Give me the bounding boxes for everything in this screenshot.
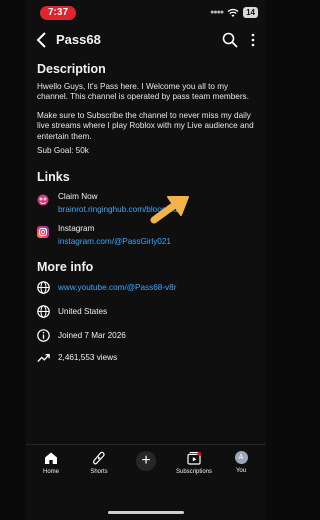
link-url[interactable]: instagram.com/@PassGirly021: [58, 237, 171, 246]
link-title: Instagram: [58, 224, 95, 233]
country-text: United States: [58, 307, 108, 316]
subscriptions-icon: [187, 451, 201, 465]
globe-icon: [37, 305, 50, 318]
wifi-icon: [227, 8, 239, 17]
nav-shorts[interactable]: Shorts: [79, 451, 119, 475]
more-info-heading: More info: [37, 260, 94, 274]
info-row-website[interactable]: www.youtube.com/@Pass68-v8r: [37, 281, 261, 297]
links-heading: Links: [37, 170, 70, 184]
phone-screen: 7:37 ●●●● 14 Pass68 Description Hwello G…: [26, 0, 266, 520]
info-row-views: 2,461,553 views: [37, 351, 261, 367]
battery-indicator: 14: [243, 7, 258, 18]
nav-home[interactable]: Home: [31, 451, 71, 475]
home-icon: [45, 452, 57, 464]
website-link[interactable]: www.youtube.com/@Pass68-v8r: [58, 283, 176, 292]
avatar: A: [234, 451, 248, 464]
info-icon: [37, 329, 50, 342]
search-icon[interactable]: [222, 32, 238, 48]
status-bar: 7:37 ●●●● 14: [26, 0, 266, 26]
info-row-joined: Joined 7 Mar 2026: [37, 329, 261, 345]
bottom-navigation: Home Shorts + Subscriptions A You: [26, 444, 266, 505]
status-time: 7:37: [40, 6, 76, 20]
link-title: Claim Now: [58, 192, 98, 201]
views-count-text: 2,461,553 views: [58, 353, 118, 362]
nav-shorts-label: Shorts: [90, 469, 108, 475]
nav-you-label: You: [235, 468, 247, 474]
pointer-arrow-overlay: [150, 196, 189, 224]
instagram-icon: [37, 226, 49, 238]
more-options-icon[interactable]: [250, 33, 256, 47]
nav-subscriptions[interactable]: Subscriptions: [174, 451, 214, 475]
globe-icon: [37, 281, 50, 294]
page-title: Pass68: [56, 32, 101, 47]
back-arrow-icon[interactable]: [34, 31, 50, 49]
dots-icon: ●●●●: [210, 9, 224, 16]
joined-date-text: Joined 7 Mar 2026: [58, 331, 126, 340]
description-paragraph-2: Make sure to Subscribe the channel to ne…: [37, 111, 254, 141]
top-app-bar: Pass68: [26, 30, 266, 52]
home-indicator: [108, 511, 184, 514]
info-row-country: United States: [37, 305, 261, 321]
create-button[interactable]: +: [136, 451, 156, 471]
description-paragraph-1: Hwello Guys, It's Pass here. I Welcome y…: [37, 82, 249, 102]
description-heading: Description: [37, 62, 106, 76]
status-icons: ●●●● 14: [210, 7, 258, 18]
globe-brainrot-icon: [37, 194, 49, 206]
plus-icon: +: [141, 452, 151, 469]
sub-goal-text: Sub Goal: 50k: [37, 146, 89, 155]
trending-icon: [37, 354, 50, 362]
nav-you[interactable]: A You: [221, 451, 261, 474]
shorts-icon: [93, 451, 105, 465]
nav-home-label: Home: [42, 469, 59, 475]
nav-subscriptions-label: Subscriptions: [175, 469, 213, 475]
